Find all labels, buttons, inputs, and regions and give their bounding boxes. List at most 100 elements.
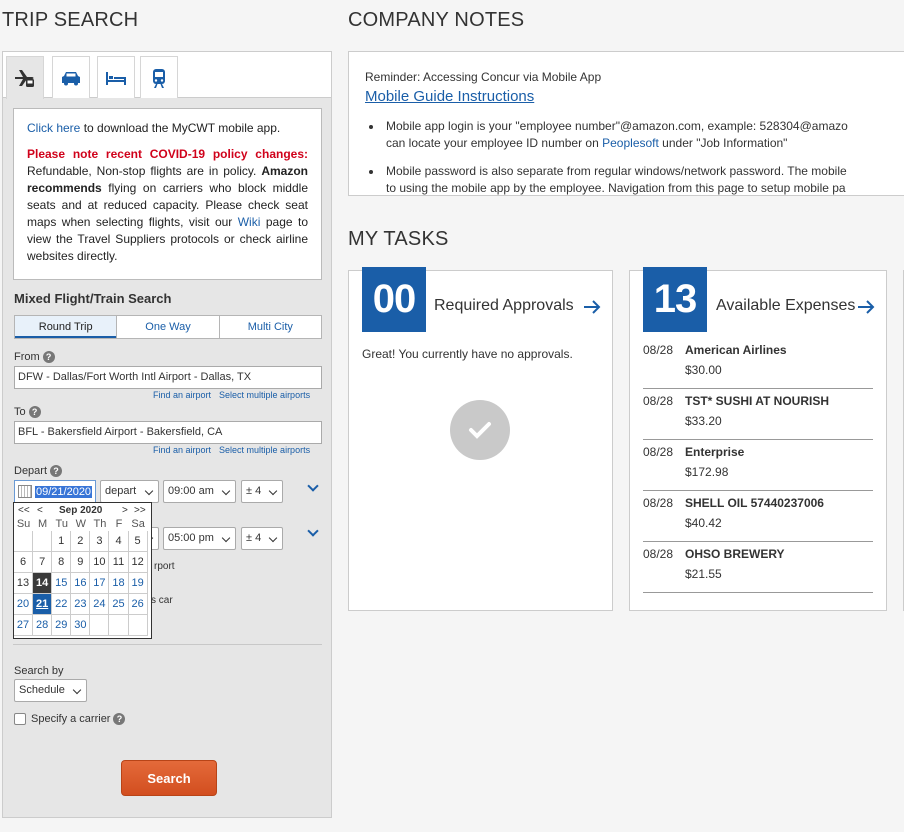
list-item[interactable]: 08/28 OHSO BREWERY $21.55 (643, 542, 873, 593)
search-by-select[interactable]: Schedule (14, 679, 87, 702)
calendar-day[interactable]: 5 (128, 531, 148, 552)
info-box: Click here to download the MyCWT mobile … (13, 108, 322, 280)
to-input[interactable]: BFL - Bakersfield Airport - Bakersfield,… (14, 421, 322, 444)
click-here-link[interactable]: Click here (27, 121, 80, 135)
calendar-day[interactable]: 7 (33, 552, 53, 573)
return-time-select[interactable]: 05:00 pm (163, 527, 236, 550)
chevron-down-icon[interactable] (307, 480, 319, 492)
calendar-day[interactable]: 19 (128, 573, 148, 594)
list-item[interactable]: 08/28 TST* SUSHI AT NOURISH $33.20 (643, 389, 873, 440)
next-year-button[interactable]: >> (134, 505, 146, 516)
depart-date-input[interactable]: 09/21/2020 (14, 480, 96, 503)
help-icon[interactable]: ? (28, 406, 41, 418)
company-notes-box: Reminder: Accessing Concur via Mobile Ap… (348, 51, 904, 196)
depart-label-text: Depart (14, 465, 48, 477)
calendar-day[interactable]: 12 (128, 552, 148, 573)
calendar-day[interactable]: 29 (52, 615, 72, 636)
from-label: From? (14, 351, 55, 363)
my-tasks-title: MY TASKS (348, 228, 449, 250)
select-multiple-airports-link[interactable]: Select multiple airports (219, 445, 310, 455)
trip-type-selector: Round Trip One Way Multi City (14, 315, 322, 339)
arrow-right-icon[interactable] (583, 298, 601, 316)
expense-date: 08/28 (643, 343, 674, 357)
calendar-day[interactable]: 24 (90, 594, 110, 615)
prev-year-button[interactable]: << (18, 505, 30, 516)
depart-window-select[interactable]: ± 4 (241, 480, 283, 503)
round-trip-option[interactable]: Round Trip (15, 316, 117, 338)
approvals-label[interactable]: Required Approvals (434, 297, 574, 315)
calendar-day[interactable]: 30 (71, 615, 91, 636)
tab-hotel[interactable] (97, 56, 135, 98)
calendar-day[interactable]: 9 (71, 552, 91, 573)
depart-time-select[interactable]: 09:00 am (163, 480, 236, 503)
from-input[interactable]: DFW - Dallas/Fort Worth Intl Airport - D… (14, 366, 322, 389)
depart-type-select[interactable]: depart (100, 480, 159, 503)
calendar-day[interactable]: 14 (33, 573, 53, 594)
calendar-day[interactable]: 21 (33, 594, 53, 615)
chevron-down-icon[interactable] (307, 525, 319, 537)
calendar-day[interactable]: 25 (109, 594, 129, 615)
specify-carrier-checkbox[interactable] (14, 713, 26, 725)
arrow-right-icon[interactable] (857, 298, 875, 316)
calendar-day[interactable]: 17 (90, 573, 110, 594)
calendar-day[interactable]: 3 (90, 531, 110, 552)
trip-search-title: TRIP SEARCH (2, 9, 139, 31)
next-month-button[interactable]: > (122, 505, 128, 516)
from-label-text: From (14, 351, 40, 363)
bullet2-line2: to using the mobile app by the employee.… (386, 181, 846, 195)
peoplesoft-link[interactable]: Peoplesoft (602, 136, 659, 150)
specify-carrier-text: Specify a carrier (31, 713, 111, 725)
calendar-day[interactable]: 18 (109, 573, 129, 594)
calendar-day[interactable]: 15 (52, 573, 72, 594)
find-airport-link[interactable]: Find an airport (153, 390, 211, 400)
tab-flight-train[interactable] (6, 56, 44, 99)
expense-amount: $21.55 (685, 567, 722, 581)
one-way-option[interactable]: One Way (116, 316, 218, 338)
tab-train[interactable] (140, 56, 178, 98)
expense-vendor: OHSO BREWERY (685, 547, 785, 561)
calendar-icon[interactable] (18, 485, 32, 498)
calendar-day[interactable]: 6 (14, 552, 34, 573)
find-airport-link[interactable]: Find an airport (153, 445, 211, 455)
expenses-label[interactable]: Available Expenses (716, 297, 855, 315)
required-approvals-card[interactable]: 00 Required Approvals Great! You current… (348, 267, 613, 611)
to-label: To? (14, 406, 41, 418)
help-icon[interactable]: ? (42, 351, 55, 363)
search-by-label: Search by (14, 665, 64, 677)
calendar-day[interactable]: 8 (52, 552, 72, 573)
calendar-day[interactable]: 16 (71, 573, 91, 594)
calendar-day[interactable]: 4 (109, 531, 129, 552)
list-item[interactable]: 08/28 SHELL OIL 57440237006 $40.42 (643, 491, 873, 542)
calendar-day[interactable]: 20 (14, 594, 34, 615)
divider (13, 644, 322, 645)
approvals-count: 00 (362, 267, 426, 332)
calendar-day[interactable]: 27 (14, 615, 34, 636)
calendar-day[interactable]: 26 (128, 594, 148, 615)
search-button[interactable]: Search (121, 760, 217, 796)
prev-month-button[interactable]: < (37, 505, 43, 516)
bullet1-line2: can locate your employee ID number on Pe… (386, 135, 904, 152)
return-window-select[interactable]: ± 4 (241, 527, 283, 550)
mobile-guide-link[interactable]: Mobile Guide Instructions (365, 88, 534, 105)
help-icon[interactable]: ? (113, 713, 126, 725)
expense-date: 08/28 (643, 547, 674, 561)
help-icon[interactable]: ? (50, 465, 63, 477)
wiki-link[interactable]: Wiki (238, 215, 261, 229)
list-item[interactable]: 08/28 Enterprise $172.98 (643, 440, 873, 491)
list-item[interactable]: 08/28 American Airlines $30.00 (643, 338, 873, 389)
checkmark-icon (450, 400, 510, 460)
available-expenses-card[interactable]: 13 Available Expenses 08/28 American Airl… (629, 267, 887, 611)
calendar-empty-cell (128, 615, 148, 636)
select-multiple-airports-link[interactable]: Select multiple airports (219, 390, 310, 400)
partially-hidden-car-text: s car (151, 595, 173, 606)
calendar-day[interactable]: 10 (90, 552, 110, 573)
calendar-day[interactable]: 11 (109, 552, 129, 573)
calendar-day[interactable]: 22 (52, 594, 72, 615)
calendar-day[interactable]: 23 (71, 594, 91, 615)
multi-city-option[interactable]: Multi City (218, 316, 321, 338)
tab-car[interactable] (52, 56, 90, 98)
calendar-day[interactable]: 2 (71, 531, 91, 552)
calendar-day[interactable]: 1 (52, 531, 72, 552)
calendar-day[interactable]: 13 (14, 573, 34, 594)
calendar-day[interactable]: 28 (33, 615, 53, 636)
